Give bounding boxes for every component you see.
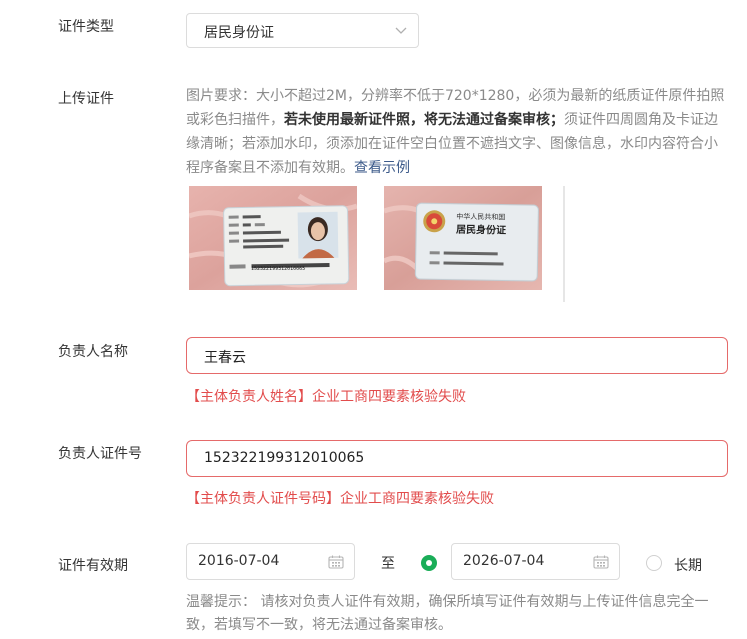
front-id-number: 152322199312010065	[251, 266, 305, 272]
long-term-label: 长期	[674, 558, 702, 574]
cert-type-label: 证件类型	[58, 19, 114, 35]
end-date-input[interactable]: 2026-07-04	[451, 543, 620, 580]
id-card-front-photo[interactable]: 152322199312010065	[189, 186, 357, 290]
start-date-input[interactable]: 2016-07-04	[186, 543, 355, 580]
id-card-back-photo[interactable]: 中华人民共和国 居民身份证	[384, 186, 542, 290]
image-divider	[563, 186, 565, 302]
back-title-line1: 中华人民共和国	[456, 212, 505, 222]
principal-id-error: 【主体负责人证件号码】企业工商四要素核验失败	[186, 491, 494, 507]
start-date-value: 2016-07-04	[198, 553, 280, 569]
principal-name-error: 【主体负责人姓名】企业工商四要素核验失败	[186, 389, 466, 405]
back-title-line2: 居民身份证	[456, 223, 506, 237]
chevron-down-icon	[395, 27, 407, 34]
cert-type-select[interactable]: 居民身份证	[186, 13, 419, 48]
principal-id-value: 152322199312010065	[204, 450, 365, 466]
cert-type-value: 居民身份证	[204, 25, 274, 41]
principal-id-label: 负责人证件号	[58, 446, 142, 462]
validity-label: 证件有效期	[58, 558, 128, 574]
upload-label: 上传证件	[58, 91, 114, 107]
calendar-icon	[328, 555, 344, 569]
principal-name-input[interactable]: 王春云	[186, 337, 728, 374]
end-date-radio[interactable]	[421, 555, 437, 571]
upload-requirements: 图片要求：大小不超过2M，分辨率不低于720*1280，必须为最新的纸质证件原件…	[186, 84, 726, 180]
principal-name-label: 负责人名称	[58, 344, 128, 360]
requirement-warning: 若未使用最新证件照，将无法通过备案审核；	[284, 112, 564, 128]
long-term-radio[interactable]	[646, 555, 662, 571]
view-example-link[interactable]: 查看示例	[354, 160, 410, 176]
principal-id-input[interactable]: 152322199312010065	[186, 440, 728, 477]
validity-tip: 温馨提示： 请核对负责人证件有效期，确保所填写证件有效期与上传证件信息完全一致，…	[186, 594, 709, 633]
to-separator: 至	[381, 556, 395, 572]
principal-name-value: 王春云	[204, 350, 246, 366]
end-date-value: 2026-07-04	[463, 553, 545, 569]
calendar-icon	[593, 555, 609, 569]
radio-dot-icon	[426, 560, 432, 566]
